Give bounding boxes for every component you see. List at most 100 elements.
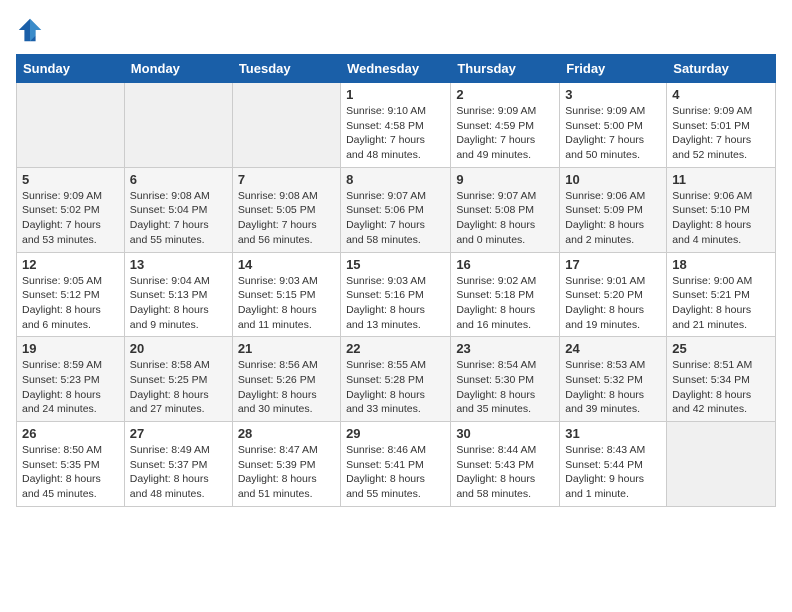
calendar-cell: 10 Sunrise: 9:06 AM Sunset: 5:09 PM Dayli… bbox=[560, 167, 667, 252]
day-number: 13 bbox=[130, 257, 227, 272]
day-info: Sunrise: 9:10 AM Sunset: 4:58 PM Dayligh… bbox=[346, 104, 445, 163]
day-number: 9 bbox=[456, 172, 554, 187]
calendar-cell bbox=[232, 83, 340, 168]
day-number: 8 bbox=[346, 172, 445, 187]
day-info: Sunrise: 8:58 AM Sunset: 5:25 PM Dayligh… bbox=[130, 358, 227, 417]
day-number: 1 bbox=[346, 87, 445, 102]
calendar-cell: 16 Sunrise: 9:02 AM Sunset: 5:18 PM Dayli… bbox=[451, 252, 560, 337]
day-number: 6 bbox=[130, 172, 227, 187]
day-header-monday: Monday bbox=[124, 55, 232, 83]
day-info: Sunrise: 9:06 AM Sunset: 5:10 PM Dayligh… bbox=[672, 189, 770, 248]
calendar-cell: 28 Sunrise: 8:47 AM Sunset: 5:39 PM Dayli… bbox=[232, 422, 340, 507]
calendar-cell: 19 Sunrise: 8:59 AM Sunset: 5:23 PM Dayli… bbox=[17, 337, 125, 422]
day-info: Sunrise: 8:56 AM Sunset: 5:26 PM Dayligh… bbox=[238, 358, 335, 417]
day-info: Sunrise: 9:09 AM Sunset: 5:00 PM Dayligh… bbox=[565, 104, 661, 163]
calendar-cell bbox=[17, 83, 125, 168]
calendar-cell: 2Sunrise: 9:09 AM Sunset: 4:59 PM Daylig… bbox=[451, 83, 560, 168]
day-number: 14 bbox=[238, 257, 335, 272]
calendar-cell: 4Sunrise: 9:09 AM Sunset: 5:01 PM Daylig… bbox=[667, 83, 776, 168]
day-number: 5 bbox=[22, 172, 119, 187]
calendar-cell: 20 Sunrise: 8:58 AM Sunset: 5:25 PM Dayli… bbox=[124, 337, 232, 422]
day-number: 7 bbox=[238, 172, 335, 187]
day-info: Sunrise: 8:55 AM Sunset: 5:28 PM Dayligh… bbox=[346, 358, 445, 417]
day-header-sunday: Sunday bbox=[17, 55, 125, 83]
day-info: Sunrise: 9:03 AM Sunset: 5:15 PM Dayligh… bbox=[238, 274, 335, 333]
day-info: Sunrise: 8:54 AM Sunset: 5:30 PM Dayligh… bbox=[456, 358, 554, 417]
calendar-cell: 1 Sunrise: 9:10 AM Sunset: 4:58 PM Daylig… bbox=[341, 83, 451, 168]
day-number: 28 bbox=[238, 426, 335, 441]
day-number: 4 bbox=[672, 87, 770, 102]
day-number: 19 bbox=[22, 341, 119, 356]
calendar-cell: 6 Sunrise: 9:08 AM Sunset: 5:04 PM Daylig… bbox=[124, 167, 232, 252]
calendar-week-row: 26Sunrise: 8:50 AM Sunset: 5:35 PM Dayli… bbox=[17, 422, 776, 507]
calendar-cell: 21 Sunrise: 8:56 AM Sunset: 5:26 PM Dayli… bbox=[232, 337, 340, 422]
day-number: 24 bbox=[565, 341, 661, 356]
day-info: Sunrise: 9:05 AM Sunset: 5:12 PM Dayligh… bbox=[22, 274, 119, 333]
day-info: Sunrise: 9:07 AM Sunset: 5:06 PM Dayligh… bbox=[346, 189, 445, 248]
calendar-cell: 25 Sunrise: 8:51 AM Sunset: 5:34 PM Dayli… bbox=[667, 337, 776, 422]
day-info: Sunrise: 8:59 AM Sunset: 5:23 PM Dayligh… bbox=[22, 358, 119, 417]
day-header-friday: Friday bbox=[560, 55, 667, 83]
day-info: Sunrise: 8:49 AM Sunset: 5:37 PM Dayligh… bbox=[130, 443, 227, 502]
calendar-header-row: SundayMondayTuesdayWednesdayThursdayFrid… bbox=[17, 55, 776, 83]
day-number: 15 bbox=[346, 257, 445, 272]
day-info: Sunrise: 9:06 AM Sunset: 5:09 PM Dayligh… bbox=[565, 189, 661, 248]
calendar-cell: 30 Sunrise: 8:44 AM Sunset: 5:43 PM Dayli… bbox=[451, 422, 560, 507]
day-number: 26 bbox=[22, 426, 119, 441]
day-number: 27 bbox=[130, 426, 227, 441]
day-number: 30 bbox=[456, 426, 554, 441]
day-header-tuesday: Tuesday bbox=[232, 55, 340, 83]
day-number: 23 bbox=[456, 341, 554, 356]
day-info: Sunrise: 8:46 AM Sunset: 5:41 PM Dayligh… bbox=[346, 443, 445, 502]
day-info: Sunrise: 9:03 AM Sunset: 5:16 PM Dayligh… bbox=[346, 274, 445, 333]
calendar-cell: 23 Sunrise: 8:54 AM Sunset: 5:30 PM Dayli… bbox=[451, 337, 560, 422]
day-info: Sunrise: 9:02 AM Sunset: 5:18 PM Dayligh… bbox=[456, 274, 554, 333]
calendar-table: SundayMondayTuesdayWednesdayThursdayFrid… bbox=[16, 54, 776, 507]
day-header-wednesday: Wednesday bbox=[341, 55, 451, 83]
calendar-cell: 22 Sunrise: 8:55 AM Sunset: 5:28 PM Dayli… bbox=[341, 337, 451, 422]
day-header-saturday: Saturday bbox=[667, 55, 776, 83]
day-header-thursday: Thursday bbox=[451, 55, 560, 83]
day-number: 17 bbox=[565, 257, 661, 272]
day-info: Sunrise: 9:01 AM Sunset: 5:20 PM Dayligh… bbox=[565, 274, 661, 333]
calendar-cell: 11Sunrise: 9:06 AM Sunset: 5:10 PM Dayli… bbox=[667, 167, 776, 252]
day-info: Sunrise: 9:07 AM Sunset: 5:08 PM Dayligh… bbox=[456, 189, 554, 248]
logo-icon bbox=[16, 16, 44, 44]
day-number: 22 bbox=[346, 341, 445, 356]
day-info: Sunrise: 9:08 AM Sunset: 5:05 PM Dayligh… bbox=[238, 189, 335, 248]
day-info: Sunrise: 9:04 AM Sunset: 5:13 PM Dayligh… bbox=[130, 274, 227, 333]
calendar-cell: 17 Sunrise: 9:01 AM Sunset: 5:20 PM Dayli… bbox=[560, 252, 667, 337]
calendar-cell: 26Sunrise: 8:50 AM Sunset: 5:35 PM Dayli… bbox=[17, 422, 125, 507]
calendar-cell: 3 Sunrise: 9:09 AM Sunset: 5:00 PM Daylig… bbox=[560, 83, 667, 168]
day-info: Sunrise: 9:09 AM Sunset: 4:59 PM Dayligh… bbox=[456, 104, 554, 163]
day-number: 16 bbox=[456, 257, 554, 272]
calendar-cell: 13 Sunrise: 9:04 AM Sunset: 5:13 PM Dayli… bbox=[124, 252, 232, 337]
day-info: Sunrise: 8:51 AM Sunset: 5:34 PM Dayligh… bbox=[672, 358, 770, 417]
calendar-cell: 7 Sunrise: 9:08 AM Sunset: 5:05 PM Daylig… bbox=[232, 167, 340, 252]
day-info: Sunrise: 9:09 AM Sunset: 5:02 PM Dayligh… bbox=[22, 189, 119, 248]
calendar-week-row: 5 Sunrise: 9:09 AM Sunset: 5:02 PM Daylig… bbox=[17, 167, 776, 252]
calendar-cell bbox=[124, 83, 232, 168]
calendar-week-row: 19 Sunrise: 8:59 AM Sunset: 5:23 PM Dayli… bbox=[17, 337, 776, 422]
day-number: 21 bbox=[238, 341, 335, 356]
calendar-cell: 24 Sunrise: 8:53 AM Sunset: 5:32 PM Dayli… bbox=[560, 337, 667, 422]
calendar-cell: 15 Sunrise: 9:03 AM Sunset: 5:16 PM Dayli… bbox=[341, 252, 451, 337]
calendar-cell: 14 Sunrise: 9:03 AM Sunset: 5:15 PM Dayli… bbox=[232, 252, 340, 337]
calendar-cell: 5 Sunrise: 9:09 AM Sunset: 5:02 PM Daylig… bbox=[17, 167, 125, 252]
calendar-cell: 12Sunrise: 9:05 AM Sunset: 5:12 PM Dayli… bbox=[17, 252, 125, 337]
day-info: Sunrise: 8:47 AM Sunset: 5:39 PM Dayligh… bbox=[238, 443, 335, 502]
day-number: 10 bbox=[565, 172, 661, 187]
day-info: Sunrise: 8:53 AM Sunset: 5:32 PM Dayligh… bbox=[565, 358, 661, 417]
day-number: 20 bbox=[130, 341, 227, 356]
day-number: 31 bbox=[565, 426, 661, 441]
day-number: 25 bbox=[672, 341, 770, 356]
day-info: Sunrise: 8:44 AM Sunset: 5:43 PM Dayligh… bbox=[456, 443, 554, 502]
logo bbox=[16, 16, 48, 44]
day-number: 18 bbox=[672, 257, 770, 272]
calendar-cell: 8 Sunrise: 9:07 AM Sunset: 5:06 PM Daylig… bbox=[341, 167, 451, 252]
day-number: 3 bbox=[565, 87, 661, 102]
calendar-cell: 31 Sunrise: 8:43 AM Sunset: 5:44 PM Dayli… bbox=[560, 422, 667, 507]
day-info: Sunrise: 9:08 AM Sunset: 5:04 PM Dayligh… bbox=[130, 189, 227, 248]
day-info: Sunrise: 8:43 AM Sunset: 5:44 PM Dayligh… bbox=[565, 443, 661, 502]
page-header bbox=[16, 16, 776, 44]
